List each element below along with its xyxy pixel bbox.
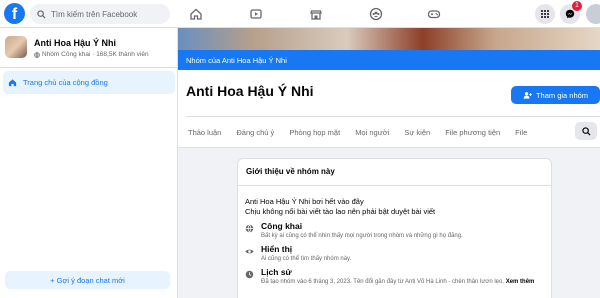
globe-icon	[245, 224, 254, 233]
search-input[interactable]: Tìm kiếm trên Facebook	[30, 4, 170, 24]
search-icon	[37, 9, 46, 19]
tab-files[interactable]: File	[515, 128, 527, 137]
nav-video[interactable]	[226, 0, 286, 28]
about-item-text: Bất kỳ ai cũng có thể nhìn thấy mọi ngườ…	[261, 233, 463, 239]
group-header-section: Anti Hoa Hậu Ý Nhi Tham gia nhóm Thảo lu…	[178, 70, 600, 148]
group-tabs: Thảo luận Đáng chú ý Phòng họp mặt Mọi n…	[188, 122, 542, 142]
group-meta: Nhóm Công khai · 168,5K thành viên	[34, 51, 149, 58]
notification-badge: 1	[572, 1, 582, 11]
divider	[238, 185, 551, 186]
add-people-icon	[523, 91, 532, 99]
groups-icon	[369, 7, 383, 21]
tab-featured[interactable]: Đáng chú ý	[236, 128, 274, 137]
about-item-history: Lịch sử Đã tạo nhóm vào 6 tháng 3, 2023.…	[245, 267, 534, 285]
tab-people[interactable]: Mọi người	[355, 128, 389, 137]
marketplace-icon	[310, 10, 322, 20]
group-search-button[interactable]	[575, 122, 597, 140]
join-group-label: Tham gia nhóm	[535, 90, 589, 100]
menu-button[interactable]	[535, 4, 555, 24]
about-item-visible: Hiển thị Ai cũng có thể tìm thấy nhóm nà…	[245, 244, 351, 262]
cover-banner[interactable]: Nhóm của Anti Hoa Hậu Ý Nhi	[178, 50, 600, 70]
about-card: Giới thiệu về nhóm này Anti Hoa Hậu Ý Nh…	[237, 158, 552, 298]
join-group-button[interactable]: Tham gia nhóm	[511, 86, 600, 104]
group-header[interactable]: Anti Hoa Hậu Ý Nhi Nhóm Công khai · 168,…	[5, 36, 149, 58]
about-title: Giới thiệu về nhóm này	[246, 167, 335, 176]
video-icon	[250, 9, 262, 19]
facebook-logo-icon[interactable]: f	[4, 3, 25, 24]
nav-gaming[interactable]	[404, 0, 464, 28]
left-sidebar: Anti Hoa Hậu Ý Nhi Nhóm Công khai · 168,…	[0, 28, 178, 298]
sidebar-item-label: Trang chủ của cộng đồng	[23, 78, 108, 87]
nav-marketplace[interactable]	[286, 0, 346, 28]
tab-rooms[interactable]: Phòng họp mặt	[289, 128, 340, 137]
see-more-link[interactable]: Xem thêm	[506, 279, 535, 285]
about-description-line-2: Chịu không nổi bài viết tào lao nên phải…	[245, 207, 436, 216]
eye-icon	[245, 249, 254, 254]
divider	[186, 116, 600, 117]
menu-grid-icon	[541, 10, 549, 18]
group-thumbnail[interactable]	[5, 36, 27, 58]
home-icon	[190, 8, 202, 20]
group-name[interactable]: Anti Hoa Hậu Ý Nhi	[34, 38, 149, 48]
clock-icon	[245, 270, 254, 279]
nav-groups[interactable]	[346, 0, 406, 28]
gaming-icon	[427, 10, 441, 19]
tab-events[interactable]: Sự kiện	[404, 128, 430, 137]
suggest-chat-button[interactable]: + Gợi ý đoạn chat mới	[5, 271, 170, 289]
search-placeholder: Tìm kiếm trên Facebook	[51, 9, 138, 19]
globe-icon	[34, 51, 40, 58]
about-item-text: Đã tạo nhóm vào 6 tháng 3, 2023. Tên đổi…	[261, 279, 535, 285]
about-description-line-1: Anti Hoa Hậu Ý Nhi bơi hết vào đây	[245, 197, 364, 206]
cover-banner-label: Nhóm của Anti Hoa Hậu Ý Nhi	[186, 55, 287, 65]
divider	[0, 67, 177, 68]
nav-home[interactable]	[166, 0, 226, 28]
search-icon	[581, 126, 591, 136]
tab-discussion[interactable]: Thảo luận	[188, 128, 221, 137]
top-bar: f Tìm kiếm trên Facebook 1	[0, 0, 600, 28]
about-item-title: Công khai	[261, 221, 303, 231]
suggest-chat-label: + Gợi ý đoạn chat mới	[50, 275, 125, 285]
about-item-public: Công khai Bất kỳ ai cũng có thể nhìn thấ…	[245, 221, 463, 239]
about-item-title: Hiển thị	[261, 244, 293, 254]
page-title: Anti Hoa Hậu Ý Nhi	[186, 83, 314, 99]
sidebar-item-community-home[interactable]: Trang chủ của cộng đồng	[3, 71, 175, 94]
home-icon	[8, 79, 17, 87]
about-item-title: Lịch sử	[261, 267, 292, 277]
tab-media[interactable]: File phương tiện	[445, 128, 500, 137]
about-item-text: Ai cũng có thể tìm thấy nhóm này.	[261, 256, 352, 262]
messenger-icon	[565, 9, 575, 19]
account-avatar[interactable]	[586, 4, 600, 24]
